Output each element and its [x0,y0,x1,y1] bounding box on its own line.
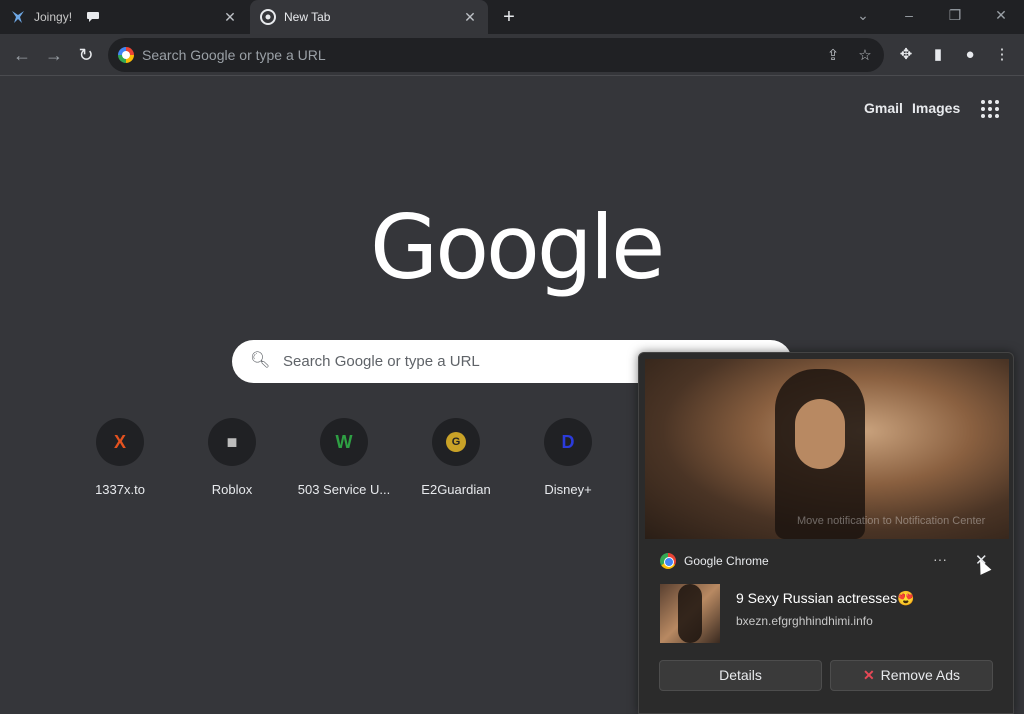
notification-toast[interactable]: Move notification to Notification Center… [638,352,1014,714]
bookmark-star-icon[interactable]: ☆ [856,47,874,65]
disney-plus-icon: D [561,432,575,452]
tab-title: New Tab [284,10,331,24]
shortcut-tile[interactable]: G E2Guardian [400,418,512,508]
shortcut-icon-circle: G [432,418,480,466]
shortcut-tile[interactable]: ■ Roblox [176,418,288,508]
new-tab-button[interactable]: + [498,6,520,28]
close-tab-icon[interactable]: ✕ [462,9,478,25]
chrome-icon [260,9,276,25]
shortcut-label: Disney+ [544,482,592,497]
chrome-app-icon [660,553,676,569]
notification-app-name: Google Chrome [684,554,769,568]
search-icon: 🔍︎ [250,352,271,369]
speech-bubble-icon [87,12,99,22]
back-icon[interactable]: ← [10,43,34,67]
shortcut-label: Roblox [211,482,253,497]
restore-icon[interactable]: ❐ [942,4,968,26]
shortcut-icon-circle: ■ [208,418,256,466]
shortcut-label: E2Guardian [421,482,491,497]
search-placeholder: Search Google or type a URL [283,353,480,370]
google-apps-icon[interactable] [981,100,999,118]
extensions-icon[interactable]: ✥ [896,45,916,65]
omnibox[interactable]: Search Google or type a URL ⇪ ☆ [108,38,884,72]
red-x-icon: ✕ [862,667,875,683]
forward-icon[interactable]: → [42,43,66,67]
tab-search-icon[interactable]: ⌄ [850,4,876,26]
share-icon[interactable]: ⇪ [824,47,842,65]
shortcut-tile[interactable]: D Disney+ [512,418,624,508]
profile-icon[interactable]: ● [960,45,980,65]
omnibox-placeholder: Search Google or type a URL [142,47,326,63]
1337x-icon: X [113,432,126,452]
tab-joingy[interactable]: Joingy! ✕ [0,0,248,34]
e2guardian-icon: G [446,432,466,452]
window-close-icon[interactable]: ✕ [988,4,1014,26]
tab-strip: Joingy! ✕ New Tab ✕ + ⌄ – ❐ ✕ [0,0,1024,34]
notification-title: 9 Sexy Russian actresses😍 [736,590,915,606]
tab-title: Joingy! [34,10,73,24]
details-button-label: Details [719,667,762,683]
gmail-link[interactable]: Gmail [864,100,903,116]
thumbnail-figure [678,584,702,643]
shortcut-label: 503 Service U... [297,482,391,497]
joingy-icon [12,11,24,23]
more-options-icon[interactable]: ··· [933,551,947,567]
toolbar: ← → ↻ Search Google or type a URL ⇪ ☆ ✥ … [0,34,1024,76]
menu-icon[interactable]: ⋮ [992,45,1012,65]
reload-icon[interactable]: ↻ [74,43,98,67]
service-icon: W [335,432,353,452]
tab-new-tab[interactable]: New Tab ✕ [250,0,488,34]
shortcut-label: 1337x.to [95,482,145,497]
mouse-cursor-icon [974,557,992,575]
notification-thumbnail [660,584,720,643]
google-g-icon [118,47,134,63]
details-button[interactable]: Details [659,660,822,691]
roblox-icon: ■ [226,432,238,452]
minimize-icon[interactable]: – [896,4,922,26]
shortcut-tile[interactable]: X 1337x.to [64,418,176,508]
close-tab-icon[interactable]: ✕ [222,9,238,25]
hero-image-overlay-text: Move notification to Notification Center [797,515,986,527]
shortcut-icon-circle: W [320,418,368,466]
side-panel-icon[interactable]: ▮ [928,45,948,65]
images-link[interactable]: Images [912,100,960,116]
shortcut-icon-circle: D [544,418,592,466]
google-logo: Google [370,196,665,299]
hero-image-face [795,399,845,469]
shortcut-icon-circle: X [96,418,144,466]
remove-ads-label: Remove Ads [880,667,961,683]
shortcut-tile[interactable]: W 503 Service U... [288,418,400,508]
remove-ads-button[interactable]: ✕ Remove Ads [830,660,993,691]
notification-source: bxezn.efgrghhindhimi.info [736,614,873,628]
notification-hero-image: Move notification to Notification Center [645,359,1009,539]
